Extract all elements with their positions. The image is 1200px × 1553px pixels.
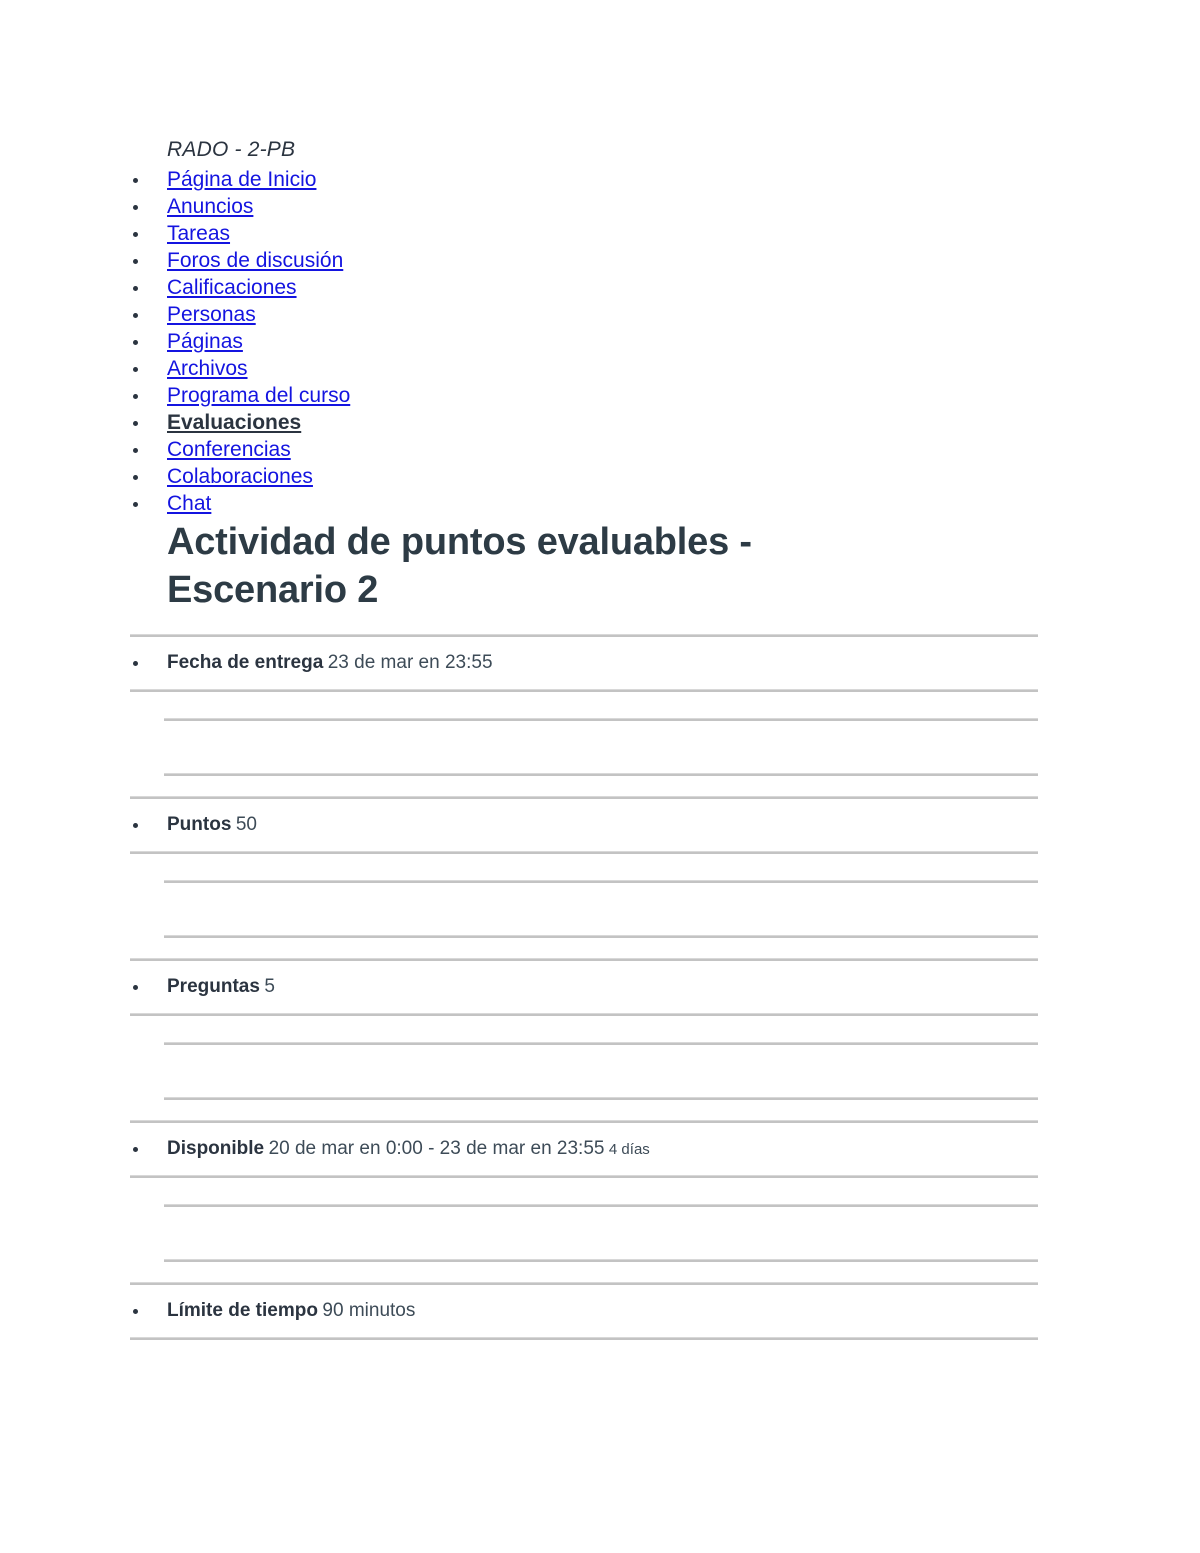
detail-value: 50 <box>235 814 257 835</box>
page-title: Actividad de puntos evaluables - Escenar… <box>167 521 752 611</box>
detail-row: Puntos 50 <box>0 799 1200 851</box>
detail-label: Límite de tiempo <box>167 1300 318 1321</box>
detail-value: 23 de mar en 23:55 <box>327 652 493 673</box>
detail-value: 20 de mar en 0:00 - 23 de mar en 23:55 <box>268 1138 605 1159</box>
detail-row: Disponible 20 de mar en 0:00 - 23 de mar… <box>0 1123 1200 1175</box>
nav-link-p-gina-de-inicio[interactable]: Página de Inicio <box>167 168 316 191</box>
detail-label: Fecha de entrega <box>167 652 324 673</box>
assignment-details: Fecha de entrega 23 de mar en 23:55 Punto… <box>0 634 1200 1340</box>
nav-link-tareas[interactable]: Tareas <box>167 222 230 245</box>
course-navigation: Página de Inicio Anuncios Tareas Foros de d… <box>0 166 350 517</box>
nav-list-item[interactable]: Calificaciones <box>0 274 350 301</box>
nav-list-item[interactable]: Anuncios <box>0 193 350 220</box>
nav-list-item[interactable]: Conferencias <box>0 436 350 463</box>
document-page: RADO - 2-PB Página de Inicio Anuncios Tare… <box>0 0 1200 1553</box>
nav-list-item[interactable]: Tareas <box>0 220 350 247</box>
nav-link-anuncios[interactable]: Anuncios <box>167 195 253 218</box>
nav-link-conferencias[interactable]: Conferencias <box>167 438 291 461</box>
nav-link-calificaciones[interactable]: Calificaciones <box>167 276 297 299</box>
nav-list-item[interactable]: Archivos <box>0 355 350 382</box>
detail-divider-bottom <box>130 1337 1038 1340</box>
detail-value: 90 minutos <box>322 1300 416 1321</box>
nav-link-personas[interactable]: Personas <box>167 303 256 326</box>
detail-value: 5 <box>264 976 275 997</box>
detail-label: Disponible <box>167 1138 265 1159</box>
detail-row: Fecha de entrega 23 de mar en 23:55 <box>0 637 1200 689</box>
nav-link-colaboraciones[interactable]: Colaboraciones <box>167 465 313 488</box>
course-name: RADO - 2-PB <box>167 138 296 161</box>
nav-list-item[interactable]: Programa del curso <box>0 382 350 409</box>
nav-list-item[interactable]: Evaluaciones <box>0 409 350 436</box>
detail-row: Límite de tiempo 90 minutos <box>0 1285 1200 1337</box>
nav-link-chat[interactable]: Chat <box>167 492 211 515</box>
nav-link-evaluaciones[interactable]: Evaluaciones <box>167 411 301 434</box>
nav-list-item[interactable]: Colaboraciones <box>0 463 350 490</box>
detail-label: Preguntas <box>167 976 260 997</box>
detail-row: Preguntas 5 <box>0 961 1200 1013</box>
detail-note: 4 días <box>608 1141 650 1158</box>
nav-link-programa-del-curso[interactable]: Programa del curso <box>167 384 350 407</box>
nav-list-item[interactable]: Página de Inicio <box>0 166 350 193</box>
detail-label: Puntos <box>167 814 232 835</box>
nav-list-item[interactable]: Páginas <box>0 328 350 355</box>
nav-link-p-ginas[interactable]: Páginas <box>167 330 243 353</box>
nav-list-item[interactable]: Chat <box>0 490 350 517</box>
nav-link-foros-de-discusi-n[interactable]: Foros de discusión <box>167 249 343 272</box>
nav-list-item[interactable]: Foros de discusión <box>0 247 350 274</box>
nav-link-archivos[interactable]: Archivos <box>167 357 248 380</box>
nav-list-item[interactable]: Personas <box>0 301 350 328</box>
